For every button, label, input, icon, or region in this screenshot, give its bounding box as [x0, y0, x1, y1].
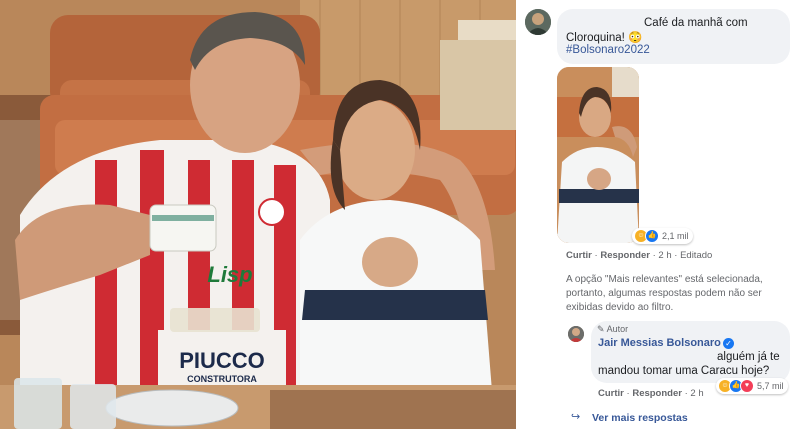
- reply-like-button[interactable]: Curtir: [598, 388, 624, 399]
- reply-author-avatar[interactable]: [568, 326, 584, 342]
- comment-reply-button[interactable]: Responder: [600, 250, 650, 261]
- jersey-sponsor-text: PIUCCO: [179, 348, 265, 373]
- love-reaction-icon: ♥: [740, 379, 754, 393]
- post-photo[interactable]: PIUCCO CONSTRUTORA Lisp: [0, 0, 516, 429]
- reply-reactions-count: 5,7 mil: [757, 381, 784, 391]
- commenter-avatar-image: [525, 9, 551, 35]
- reply-avatar-image: [568, 326, 584, 342]
- reply-reactions[interactable]: ☺ 👍 ♥ 5,7 mil: [716, 378, 788, 394]
- commenter-avatar[interactable]: [525, 9, 551, 35]
- reply-reply-button[interactable]: Responder: [632, 388, 682, 399]
- reply-timestamp[interactable]: 2 h: [690, 388, 703, 399]
- author-badge: Autor: [606, 324, 629, 334]
- comment-text-line1: Café da manhã com: [644, 17, 748, 29]
- reply-author-name[interactable]: Jair Messias Bolsonaro: [598, 337, 721, 349]
- comment-text-line2: Cloroquina! 😳: [566, 32, 643, 44]
- comment-reactions-count: 2,1 mil: [662, 231, 689, 241]
- comment-photo[interactable]: [557, 67, 639, 243]
- jersey-sponsor-subtext: CONSTRUTORA: [187, 374, 257, 384]
- reply-text-line2: mandou tomar uma Caracu hoje?: [598, 365, 770, 377]
- like-reaction-icon: 👍: [645, 229, 659, 243]
- filter-notice: A opção "Mais relevantes" está seleciona…: [566, 274, 763, 313]
- more-replies-arrow-icon: ↪: [571, 411, 581, 423]
- comment-like-button[interactable]: Curtir: [566, 250, 592, 261]
- verified-badge-icon: ✓: [723, 338, 734, 349]
- pencil-icon: ✎: [597, 324, 605, 334]
- jersey-top-sponsor: Lisp: [207, 262, 252, 287]
- comment-hashtag[interactable]: #Bolsonaro2022: [566, 44, 650, 56]
- comment-edited-label: Editado: [680, 250, 713, 261]
- reply-text-line1: alguém já te: [717, 351, 780, 363]
- comment-timestamp[interactable]: 2 h: [658, 250, 671, 261]
- comment-reactions[interactable]: ☺ 👍 2,1 mil: [632, 228, 693, 244]
- more-replies-link[interactable]: Ver mais respostas: [592, 412, 688, 424]
